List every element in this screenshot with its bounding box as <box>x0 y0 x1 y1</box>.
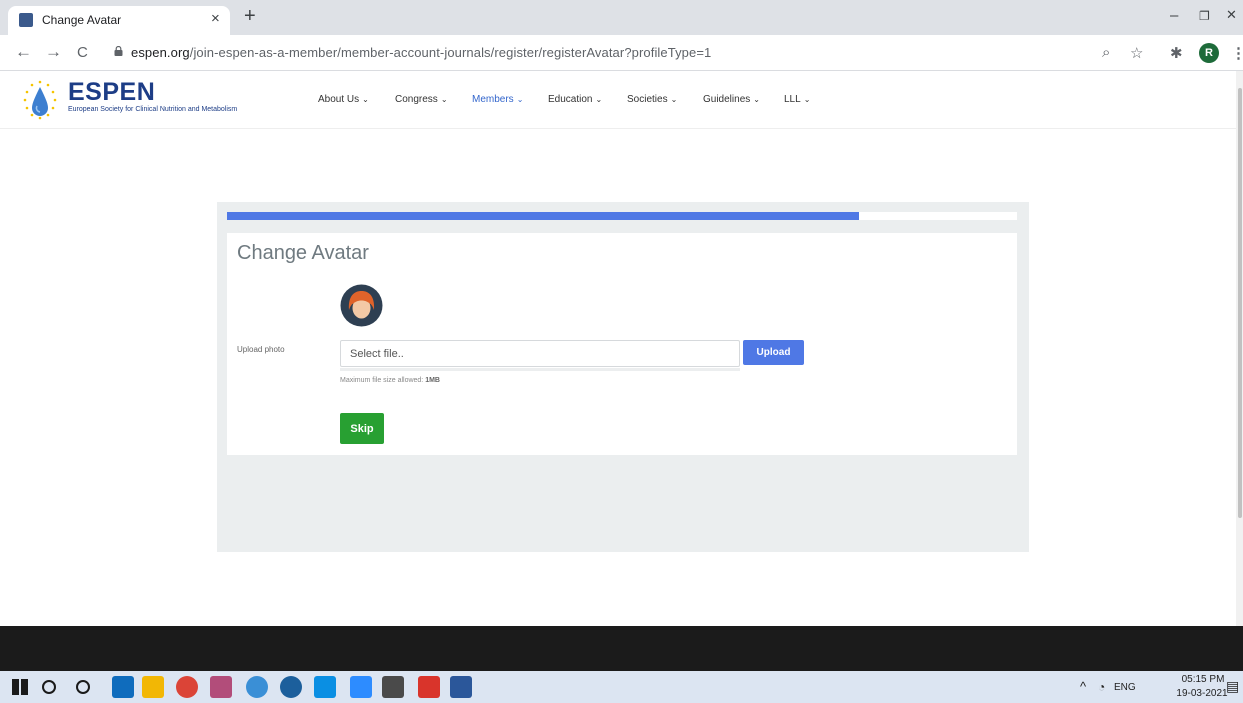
chevron-down-icon: ⌄ <box>670 95 678 104</box>
url-host: espen.org <box>131 45 190 60</box>
browser-toolbar: ← → C espen.org/join-espen-as-a-member/m… <box>0 35 1243 71</box>
max-file-size-note: Maximum file size allowed: 1MB <box>340 377 440 384</box>
profile-avatar[interactable]: R <box>1199 43 1219 63</box>
back-button[interactable]: ← <box>15 42 32 62</box>
menu-guidelines[interactable]: Guidelines ⌄ <box>703 94 760 105</box>
size-note-text: Maximum file size allowed: <box>340 377 426 384</box>
lock-icon[interactable] <box>114 46 123 56</box>
zoom-icon[interactable] <box>350 676 372 698</box>
browser-menu-icon[interactable]: ⋮ <box>1231 44 1243 62</box>
reload-button[interactable]: C <box>77 44 88 61</box>
favicon-icon <box>19 13 33 27</box>
skype-icon[interactable] <box>314 676 336 698</box>
new-tab-button[interactable]: + <box>244 5 256 28</box>
upload-photo-label: Upload photo <box>237 345 285 354</box>
menu-about-us[interactable]: About Us ⌄ <box>318 94 369 105</box>
address-bar[interactable]: espen.org/join-espen-as-a-member/member-… <box>131 45 711 60</box>
chevron-down-icon: ⌄ <box>803 95 811 104</box>
search-icon[interactable] <box>42 680 56 694</box>
menu-education[interactable]: Education ⌄ <box>548 94 602 105</box>
start-icon[interactable] <box>12 679 28 695</box>
restore-button[interactable]: ❐ <box>1199 9 1210 23</box>
file-explorer-icon[interactable] <box>142 676 164 698</box>
scrollbar-thumb[interactable] <box>1238 88 1242 518</box>
upload-button[interactable]: Upload <box>743 340 804 365</box>
notifications-icon[interactable]: ▤ <box>1226 678 1239 695</box>
menu-congress[interactable]: Congress ⌄ <box>395 94 448 105</box>
menu-societies[interactable]: Societies ⌄ <box>627 94 677 105</box>
cortana-icon[interactable] <box>76 680 90 694</box>
calculator-icon[interactable] <box>382 676 404 698</box>
tray-chevron-up-icon[interactable]: ^ <box>1080 679 1086 694</box>
language-indicator[interactable]: ENG <box>1114 682 1136 693</box>
menu-label: Societies <box>627 94 668 105</box>
logo-title[interactable]: ESPEN <box>68 78 155 107</box>
chevron-down-icon: ⌄ <box>753 95 760 104</box>
clock-date[interactable]: 19-03-2021 <box>1172 688 1232 699</box>
forward-button[interactable]: → <box>45 42 62 62</box>
word-icon[interactable] <box>450 676 472 698</box>
browser-tab[interactable]: Change Avatar × <box>8 6 230 35</box>
menu-label: Congress <box>395 94 438 105</box>
espen-logo-icon[interactable] <box>20 79 60 121</box>
network-icon[interactable]: ◔ <box>1098 680 1105 694</box>
acrobat-icon[interactable] <box>418 676 440 698</box>
menu-label: LLL <box>784 94 801 105</box>
bookmark-star-icon[interactable]: ☆ <box>1130 44 1143 62</box>
menu-lll[interactable]: LLL ⌄ <box>784 94 810 105</box>
menu-label: About Us <box>318 94 360 105</box>
logo-subtitle: European Society for Clinical Nutrition … <box>68 106 238 113</box>
tab-close-icon[interactable]: × <box>211 10 220 27</box>
progress-bar <box>227 212 859 220</box>
outlook-icon[interactable] <box>112 676 134 698</box>
snip-icon[interactable] <box>210 676 232 698</box>
chevron-down-icon: ⌄ <box>595 95 603 104</box>
extensions-icon[interactable]: ✱ <box>1170 44 1183 62</box>
chevron-down-icon: ⌄ <box>516 95 524 104</box>
chevron-down-icon: ⌄ <box>362 95 369 104</box>
chrome-icon[interactable] <box>176 676 198 698</box>
app-globe-icon[interactable] <box>246 676 268 698</box>
menu-label: Guidelines <box>703 94 751 105</box>
clock-time[interactable]: 05:15 PM <box>1178 674 1228 685</box>
browser-tab-strip: Change Avatar × + – ❐ ✕ <box>0 0 1243 35</box>
menu-label: Education <box>548 94 593 105</box>
zoom-icon[interactable]: ⌕ <box>1102 44 1110 61</box>
site-footer <box>0 626 1243 671</box>
page-title: Change Avatar <box>237 242 369 264</box>
site-header: ESPEN European Society for Clinical Nutr… <box>0 71 1236 129</box>
avatar-preview-icon <box>340 284 383 327</box>
app-camera-icon[interactable] <box>280 676 302 698</box>
file-upload-progress <box>340 368 740 371</box>
close-window-button[interactable]: ✕ <box>1226 7 1237 23</box>
chevron-down-icon: ⌄ <box>440 95 448 104</box>
size-note-value: 1MB <box>425 377 440 384</box>
file-select-input[interactable] <box>340 340 740 367</box>
menu-members[interactable]: Members ⌄ <box>472 94 523 105</box>
menu-label: Members <box>472 94 514 105</box>
skip-button[interactable]: Skip <box>340 413 384 444</box>
tab-title: Change Avatar <box>42 13 122 27</box>
url-path: /join-espen-as-a-member/member-account-j… <box>189 45 712 60</box>
minimize-button[interactable]: – <box>1170 7 1178 24</box>
